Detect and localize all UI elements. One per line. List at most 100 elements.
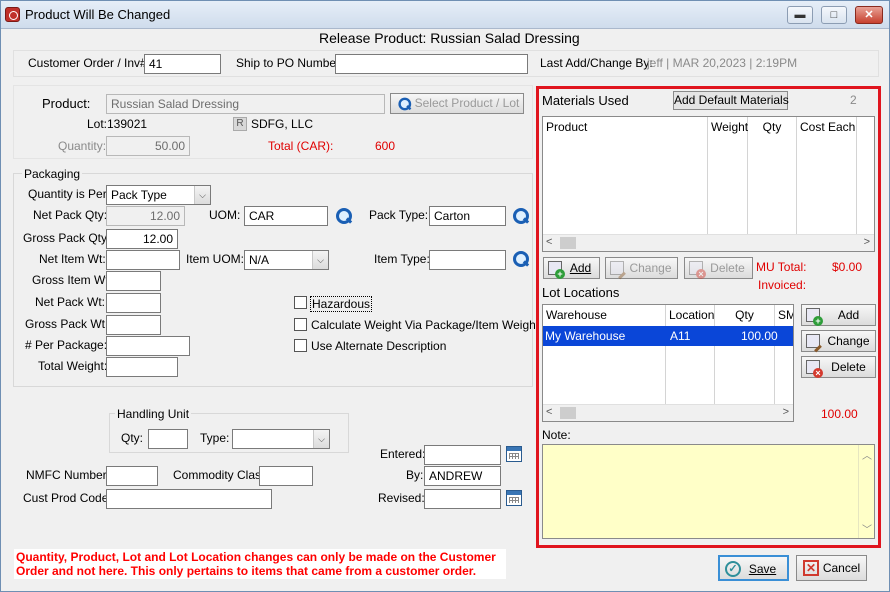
col-location[interactable]: Location xyxy=(666,305,715,325)
item-uom-select[interactable]: N/A ⌵ xyxy=(244,250,329,270)
net-item-wt-input[interactable] xyxy=(106,250,180,270)
scroll-right-icon[interactable]: > xyxy=(783,406,789,418)
calendar-icon[interactable] xyxy=(506,446,522,462)
lot-locations-hscroll[interactable]: < > xyxy=(543,404,793,421)
col-cost-each[interactable]: Cost Each xyxy=(797,117,857,137)
gross-pack-wt-input[interactable] xyxy=(106,315,161,335)
entered-input[interactable] xyxy=(424,445,501,465)
pack-type-label: Pack Type: xyxy=(369,208,429,222)
gross-pack-qty-input[interactable]: 12.00 xyxy=(106,229,178,249)
mu-total-value: $0.00 xyxy=(832,260,863,274)
nmfc-input[interactable] xyxy=(106,466,158,486)
lot-locations-grid[interactable]: Warehouse Location Qty SM My Warehouse A… xyxy=(542,304,794,422)
alt-desc-checkbox[interactable] xyxy=(294,339,307,352)
material-change-label: Change xyxy=(629,261,672,275)
product-input[interactable]: Russian Salad Dressing xyxy=(106,94,385,114)
material-delete-button[interactable]: Delete xyxy=(684,257,753,279)
note-scrollbar[interactable]: ︿ ﹀ xyxy=(858,445,874,538)
scroll-thumb[interactable] xyxy=(560,407,576,419)
pack-type-search-icon[interactable] xyxy=(510,206,530,226)
lot-add-button[interactable]: Add xyxy=(801,304,876,326)
cust-prod-input[interactable] xyxy=(106,489,272,509)
note-textarea[interactable] xyxy=(542,444,875,539)
per-package-input[interactable] xyxy=(106,336,190,356)
lot-delete-button[interactable]: Delete xyxy=(801,356,876,378)
select-product-lot-button[interactable]: Select Product / Lot xyxy=(390,93,524,114)
maximize-button[interactable]: □ xyxy=(821,6,847,24)
lot-change-label: Change xyxy=(827,334,870,348)
net-pack-wt-input[interactable] xyxy=(106,293,161,313)
scroll-down-icon[interactable]: ﹀ xyxy=(859,521,875,536)
ship-to-po-input[interactable] xyxy=(335,54,528,74)
hu-qty-input[interactable] xyxy=(148,429,188,449)
cancel-icon: ✕ xyxy=(803,560,819,576)
product-label: Product: xyxy=(42,96,91,111)
customer-order-input[interactable]: 41 xyxy=(144,54,221,74)
revised-label: Revised: xyxy=(378,491,425,505)
commodity-label: Commodity Class: xyxy=(173,468,271,482)
quantity-label: Quantity: xyxy=(58,139,107,153)
material-add-button[interactable]: Add xyxy=(543,257,600,279)
edit-icon xyxy=(610,261,624,275)
customer-order-label: Customer Order / Inv#: xyxy=(28,56,151,70)
scroll-left-icon[interactable]: < xyxy=(546,236,552,248)
per-package-label: # Per Package: xyxy=(25,338,108,352)
calc-weight-label[interactable]: Calculate Weight Via Package/Item Weight xyxy=(311,318,539,332)
commodity-input[interactable] xyxy=(259,466,313,486)
gross-pack-wt-label: Gross Pack Wt: xyxy=(25,317,109,331)
calendar-icon[interactable] xyxy=(506,490,522,506)
grid-divider xyxy=(708,137,748,234)
last-change-label: Last Add/Change By: xyxy=(540,56,653,70)
hu-qty-label: Qty: xyxy=(121,431,144,445)
material-change-button[interactable]: Change xyxy=(605,257,678,279)
lot-delete-label: Delete xyxy=(831,360,866,374)
ship-to-po-label: Ship to PO Number: xyxy=(236,56,344,70)
vendor-name: SDFG, LLC xyxy=(251,117,314,131)
item-type-input[interactable] xyxy=(429,250,506,270)
gross-item-wt-input[interactable] xyxy=(106,271,161,291)
title-bar[interactable]: Product Will Be Changed ▬ □ ✕ xyxy=(1,1,889,29)
minimize-button[interactable]: ▬ xyxy=(787,6,813,24)
by-input[interactable]: ANDREW xyxy=(424,466,501,486)
uom-search-icon[interactable] xyxy=(333,206,353,226)
net-pack-qty-input[interactable]: 12.00 xyxy=(106,206,185,226)
dialog-window: Product Will Be Changed ▬ □ ✕ Release Pr… xyxy=(0,0,890,592)
col-warehouse[interactable]: Warehouse xyxy=(543,305,666,325)
quantity-input[interactable]: 50.00 xyxy=(106,136,190,156)
item-type-label: Item Type: xyxy=(374,252,430,266)
lot-value: 139021 xyxy=(107,117,148,131)
scroll-thumb[interactable] xyxy=(560,237,576,249)
col-lot-qty[interactable]: Qty xyxy=(715,305,775,325)
col-product[interactable]: Product xyxy=(543,117,708,137)
col-weight[interactable]: Weight xyxy=(708,117,748,137)
lot-add-label: Add xyxy=(837,308,860,322)
calc-weight-checkbox[interactable] xyxy=(294,318,307,331)
revised-input[interactable] xyxy=(424,489,501,509)
item-type-search-icon[interactable] xyxy=(510,249,530,269)
alt-desc-label[interactable]: Use Alternate Description xyxy=(311,339,446,353)
qty-per-select[interactable]: Pack Type ⌵ xyxy=(106,185,211,205)
materials-hscroll[interactable]: < > xyxy=(543,234,874,251)
hu-type-select[interactable]: ⌵ xyxy=(232,429,330,449)
save-button[interactable]: ✓ Save xyxy=(718,555,789,581)
lot-change-button[interactable]: Change xyxy=(801,330,876,352)
pack-type-input[interactable]: Carton xyxy=(429,206,506,226)
row-location: A11 xyxy=(670,329,691,343)
cancel-button[interactable]: ✕ Cancel xyxy=(796,555,867,581)
scroll-up-icon[interactable]: ︿ xyxy=(859,447,875,462)
uom-input[interactable]: CAR xyxy=(244,206,328,226)
col-qty[interactable]: Qty xyxy=(748,117,797,137)
table-row[interactable]: My Warehouse A11 100.00 xyxy=(543,326,793,346)
chevron-down-icon: ⌵ xyxy=(312,251,328,269)
close-button[interactable]: ✕ xyxy=(855,6,883,24)
col-sm[interactable]: SM xyxy=(775,305,793,325)
handling-unit-legend: Handling Unit xyxy=(115,407,192,421)
window-title: Product Will Be Changed xyxy=(25,7,171,22)
total-weight-input[interactable] xyxy=(106,357,178,377)
add-default-materials-button[interactable]: Add Default Materials xyxy=(673,91,789,110)
hazardous-label[interactable]: Hazardous xyxy=(310,296,373,312)
materials-grid[interactable]: Product Weight Qty Cost Each < > xyxy=(542,116,875,252)
scroll-right-icon[interactable]: > xyxy=(864,236,870,248)
hazardous-checkbox[interactable] xyxy=(294,296,307,309)
scroll-left-icon[interactable]: < xyxy=(546,406,552,418)
